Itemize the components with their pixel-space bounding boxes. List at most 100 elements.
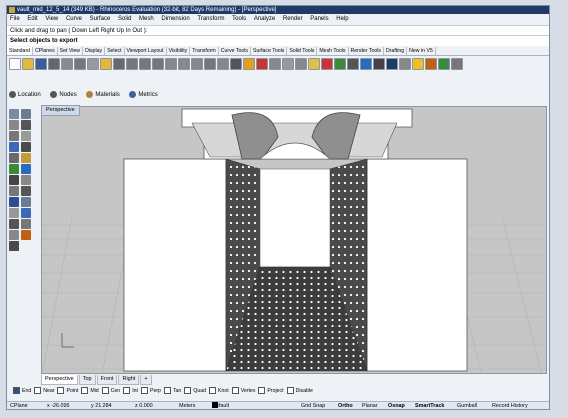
perspective-viewport[interactable] — [41, 106, 547, 374]
left-tool-17-icon[interactable] — [9, 197, 19, 207]
osnap-knot[interactable]: Knot — [206, 387, 229, 395]
menu-transform[interactable]: Transform — [197, 16, 224, 22]
left-tool-18-icon[interactable] — [21, 197, 31, 207]
shaded-icon[interactable] — [360, 58, 372, 70]
left-tool-11-icon[interactable] — [9, 164, 19, 174]
zoom-extents-icon[interactable] — [178, 58, 190, 70]
osnap-cen-checkbox[interactable] — [101, 387, 109, 395]
left-tool-12-icon[interactable] — [21, 164, 31, 174]
layers-icon[interactable] — [269, 58, 281, 70]
osnap-mid-checkbox[interactable] — [81, 387, 89, 395]
menu-mesh[interactable]: Mesh — [139, 16, 154, 22]
viewport-title[interactable]: Perspective — [41, 105, 80, 116]
left-tool-10-icon[interactable] — [21, 153, 31, 163]
nodes-button[interactable]: Nodes — [50, 89, 77, 101]
tab-solid-tools[interactable]: Solid Tools — [287, 47, 318, 55]
help-icon[interactable] — [412, 58, 424, 70]
osnap-toggle[interactable]: Osnap — [388, 402, 405, 409]
left-tool-5-icon[interactable] — [9, 131, 19, 141]
copy-icon[interactable] — [87, 58, 99, 70]
planar-toggle[interactable]: Planar — [362, 402, 378, 409]
select-all-icon[interactable] — [217, 58, 229, 70]
tab-display[interactable]: Display — [83, 47, 106, 55]
tab-top[interactable]: Top — [78, 375, 96, 385]
save-icon[interactable] — [35, 58, 47, 70]
osnap-near[interactable]: Near — [31, 387, 54, 395]
left-tool-7-icon[interactable] — [9, 142, 19, 152]
metrics-button[interactable]: Metrics — [129, 89, 158, 101]
properties-icon[interactable] — [282, 58, 294, 70]
tab-drafting[interactable]: Drafting — [384, 47, 408, 55]
tab-front[interactable]: Front — [96, 375, 118, 385]
left-tool-6-icon[interactable] — [21, 131, 31, 141]
tab-perspective[interactable]: Perspective — [41, 375, 78, 385]
move-icon[interactable] — [204, 58, 216, 70]
menu-edit[interactable]: Edit — [27, 16, 37, 22]
menu-help[interactable]: Help — [336, 16, 348, 22]
grasshopper-icon[interactable] — [425, 58, 437, 70]
light-icon[interactable] — [308, 58, 320, 70]
osnap-vertex-checkbox[interactable] — [231, 387, 239, 395]
osnap-cen[interactable]: Cen — [99, 387, 120, 395]
left-tool-22-icon[interactable] — [21, 219, 31, 229]
ghosted-icon[interactable] — [373, 58, 385, 70]
zoom-icon[interactable] — [152, 58, 164, 70]
status-cplane[interactable]: CPlane — [10, 402, 28, 409]
options-icon[interactable] — [399, 58, 411, 70]
smarttrack-toggle[interactable]: SmartTrack — [415, 402, 444, 409]
osnap-perp-checkbox[interactable] — [140, 387, 148, 395]
tab-cplanes[interactable]: CPlanes — [33, 47, 58, 55]
left-tool-21-icon[interactable] — [9, 219, 19, 229]
render-icon[interactable] — [295, 58, 307, 70]
cut-icon[interactable] — [74, 58, 86, 70]
zoom-selected-icon[interactable] — [191, 58, 203, 70]
paste-icon[interactable] — [100, 58, 112, 70]
tab-set-view[interactable]: Set View — [58, 47, 84, 55]
grid-snap-toggle[interactable]: Grid Snap — [301, 402, 325, 409]
osnap-project[interactable]: Project — [255, 387, 284, 395]
tab-curve-tools[interactable]: Curve Tools — [219, 47, 252, 55]
osnap-vertex[interactable]: Vertex — [229, 387, 255, 395]
left-tool-13-icon[interactable] — [9, 175, 19, 185]
osnap-perp[interactable]: Perp — [138, 387, 161, 395]
rotate-view-icon[interactable] — [139, 58, 151, 70]
osnap-knot-checkbox[interactable] — [209, 387, 217, 395]
tab-render-tools[interactable]: Render Tools — [349, 47, 384, 55]
left-tool-16-icon[interactable] — [21, 186, 31, 196]
record-history-toggle[interactable]: Record History — [492, 402, 528, 409]
command-prompt[interactable]: Select objects to export — [7, 36, 549, 46]
new-icon[interactable] — [9, 58, 21, 70]
left-tool-24-icon[interactable] — [21, 230, 31, 240]
osnap-tan[interactable]: Tan — [161, 387, 181, 395]
menu-file[interactable]: File — [10, 16, 20, 22]
open-icon[interactable] — [22, 58, 34, 70]
left-tool-15-icon[interactable] — [9, 186, 19, 196]
menu-surface[interactable]: Surface — [90, 16, 111, 22]
tab-new-in-v5[interactable]: New in V5 — [407, 47, 436, 55]
osnap-quad[interactable]: Quad — [181, 387, 206, 395]
sphere-icon[interactable] — [347, 58, 359, 70]
osnap-tan-checkbox[interactable] — [163, 387, 171, 395]
menu-render[interactable]: Render — [283, 16, 303, 22]
menu-dimension[interactable]: Dimension — [161, 16, 189, 22]
osnap-int-checkbox[interactable] — [123, 387, 131, 395]
osnap-int[interactable]: Int — [120, 387, 138, 395]
left-tool-8-icon[interactable] — [21, 142, 31, 152]
ortho-toggle[interactable]: Ortho — [338, 402, 353, 409]
menu-panels[interactable]: Panels — [310, 16, 328, 22]
left-tool-1-icon[interactable] — [9, 109, 19, 119]
left-tool-25-icon[interactable] — [9, 241, 19, 251]
osnap-disable-checkbox[interactable] — [286, 387, 294, 395]
osnap-disable[interactable]: Disable — [284, 387, 313, 395]
extra-icon[interactable] — [451, 58, 463, 70]
tab-surface-tools[interactable]: Surface Tools — [251, 47, 288, 55]
tab-standard[interactable]: Standard — [7, 47, 34, 55]
gumball-toggle[interactable]: Gumball — [457, 402, 477, 409]
import-icon[interactable] — [61, 58, 73, 70]
left-tool-4-icon[interactable] — [21, 120, 31, 130]
left-tool-19-icon[interactable] — [9, 208, 19, 218]
pan-icon[interactable] — [126, 58, 138, 70]
tab-viewport-layout[interactable]: Viewport Layout — [125, 47, 167, 55]
add-viewport-tab[interactable]: + — [140, 375, 152, 385]
lock-icon[interactable] — [256, 58, 268, 70]
